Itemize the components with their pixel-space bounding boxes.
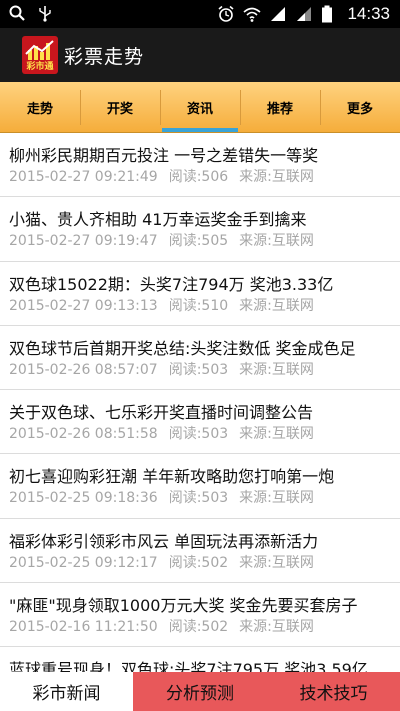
news-title: 柳州彩民期期百元投注 一号之差错失一等奖 xyxy=(9,146,319,165)
list-item[interactable]: 关于双色球、七乐彩开奖直播时间调整公告 2015-02-26 08:51:58 阅… xyxy=(0,390,400,455)
news-date: 2015-02-27 09:13:13 xyxy=(9,297,158,314)
list-item[interactable]: 福彩体彩引领彩市风云 单固玩法再添新活力 2015-02-25 09:12:17… xyxy=(0,519,400,584)
news-title: 小猫、贵人齐相助 41万幸运奖金手到擒来 xyxy=(9,210,307,230)
news-meta: 2015-02-27 09:19:47 阅读:505 来源:互联网 xyxy=(9,231,400,251)
usb-icon xyxy=(36,4,54,22)
news-reads: 阅读:503 xyxy=(168,361,229,378)
news-source: 来源:互联网 xyxy=(239,361,314,378)
news-date: 2015-02-26 08:57:07 xyxy=(9,361,158,378)
news-meta: 2015-02-16 11:21:50 阅读:502 来源:互联网 xyxy=(9,617,400,637)
logo-text: 彩市通 xyxy=(26,62,54,72)
alarm-icon xyxy=(217,5,235,23)
bottom-tab-lottery-news[interactable]: 彩市新闻 xyxy=(0,672,133,711)
news-date: 2015-02-25 09:18:36 xyxy=(9,490,158,507)
bottom-tab-bar: 彩市新闻 分析预测 技术技巧 xyxy=(0,672,400,711)
news-title: 蓝球重号现身！双色球:头奖7注795万 奖池3.59亿 xyxy=(9,660,368,672)
news-date: 2015-02-16 11:21:50 xyxy=(9,619,158,636)
status-bar: 14:33 xyxy=(0,0,400,28)
app-title: 彩票走势 xyxy=(64,46,145,68)
list-item[interactable]: 双色球节后首期开奖总结:头奖注数低 奖金成色足 2015-02-26 08:57… xyxy=(0,326,400,391)
tab-more[interactable]: 更多 xyxy=(320,82,400,132)
news-title: 双色球节后首期开奖总结:头奖注数低 奖金成色足 xyxy=(9,338,356,358)
tab-draw-results[interactable]: 开奖 xyxy=(80,82,160,132)
list-item[interactable]: 双色球15022期：头奖7注794万 奖池3.33亿 2015-02-27 09… xyxy=(0,262,400,326)
tab-trend[interactable]: 走势 xyxy=(0,82,80,132)
battery-icon xyxy=(321,5,339,23)
signal-icon xyxy=(269,5,287,23)
news-date: 2015-02-25 09:12:17 xyxy=(9,554,158,571)
news-reads: 阅读:510 xyxy=(168,297,229,314)
news-title: 双色球15022期：头奖7注794万 奖池3.33亿 xyxy=(9,274,334,294)
news-source: 来源:互联网 xyxy=(239,554,314,571)
list-item[interactable]: 小猫、贵人齐相助 41万幸运奖金手到擒来 2015-02-27 09:19:47… xyxy=(0,197,400,262)
news-reads: 阅读:506 xyxy=(168,169,229,185)
news-source: 来源:互联网 xyxy=(239,233,314,250)
news-source: 来源:互联网 xyxy=(239,169,314,185)
list-item[interactable]: 蓝球重号现身！双色球:头奖7注795万 奖池3.59亿 xyxy=(0,647,400,672)
app-logo: 彩市通 xyxy=(22,36,58,74)
news-source: 来源:互联网 xyxy=(239,426,314,443)
signal-icon xyxy=(295,5,313,23)
news-list[interactable]: 柳州彩民期期百元投注 一号之差错失一等奖 2015-02-27 09:21:49… xyxy=(0,133,400,672)
news-source: 来源:互联网 xyxy=(239,619,314,636)
news-title: 初七喜迎购彩狂潮 羊年新攻略助您打响第一炮 xyxy=(9,467,335,487)
search-icon xyxy=(8,4,26,22)
tab-recommend[interactable]: 推荐 xyxy=(240,82,320,132)
news-reads: 阅读:502 xyxy=(168,554,229,571)
news-reads: 阅读:505 xyxy=(168,233,229,250)
news-meta: 2015-02-26 08:57:07 阅读:503 来源:互联网 xyxy=(9,360,400,380)
news-meta: 2015-02-26 08:51:58 阅读:503 来源:互联网 xyxy=(9,424,400,444)
news-source: 来源:互联网 xyxy=(239,297,314,314)
news-title: 福彩体彩引领彩市风云 单固玩法再添新活力 xyxy=(9,531,319,551)
news-title: 关于双色球、七乐彩开奖直播时间调整公告 xyxy=(9,403,314,423)
news-title: "麻匪"现身领取1000万元大奖 奖金先要买套房子 xyxy=(9,596,358,616)
status-time: 14:33 xyxy=(347,4,390,23)
news-reads: 阅读:503 xyxy=(168,490,229,507)
news-meta: 2015-02-25 09:18:36 阅读:503 来源:互联网 xyxy=(9,488,400,508)
tab-news[interactable]: 资讯 xyxy=(160,82,240,132)
news-date: 2015-02-27 09:19:47 xyxy=(9,233,158,250)
news-date: 2015-02-27 09:21:49 xyxy=(9,169,158,185)
news-meta: 2015-02-27 09:13:13 阅读:510 来源:互联网 xyxy=(9,296,400,316)
news-meta: 2015-02-27 09:21:49 阅读:506 来源:互联网 xyxy=(9,167,400,187)
list-item[interactable]: 初七喜迎购彩狂潮 羊年新攻略助您打响第一炮 2015-02-25 09:18:3… xyxy=(0,454,400,519)
bottom-tab-tips[interactable]: 技术技巧 xyxy=(267,672,400,711)
news-meta: 2015-02-25 09:12:17 阅读:502 来源:互联网 xyxy=(9,553,400,573)
wifi-icon xyxy=(243,5,261,23)
news-reads: 阅读:502 xyxy=(168,619,229,636)
app-bar: 彩市通 彩票走势 xyxy=(0,28,400,82)
tab-bar: 走势 开奖 资讯 推荐 更多 xyxy=(0,82,400,133)
bottom-tab-analysis[interactable]: 分析预测 xyxy=(133,672,267,711)
news-reads: 阅读:503 xyxy=(168,426,229,443)
news-source: 来源:互联网 xyxy=(239,490,314,507)
list-item[interactable]: 柳州彩民期期百元投注 一号之差错失一等奖 2015-02-27 09:21:49… xyxy=(0,133,400,198)
list-item[interactable]: "麻匪"现身领取1000万元大奖 奖金先要买套房子 2015-02-16 11:… xyxy=(0,583,400,648)
news-date: 2015-02-26 08:51:58 xyxy=(9,426,158,443)
